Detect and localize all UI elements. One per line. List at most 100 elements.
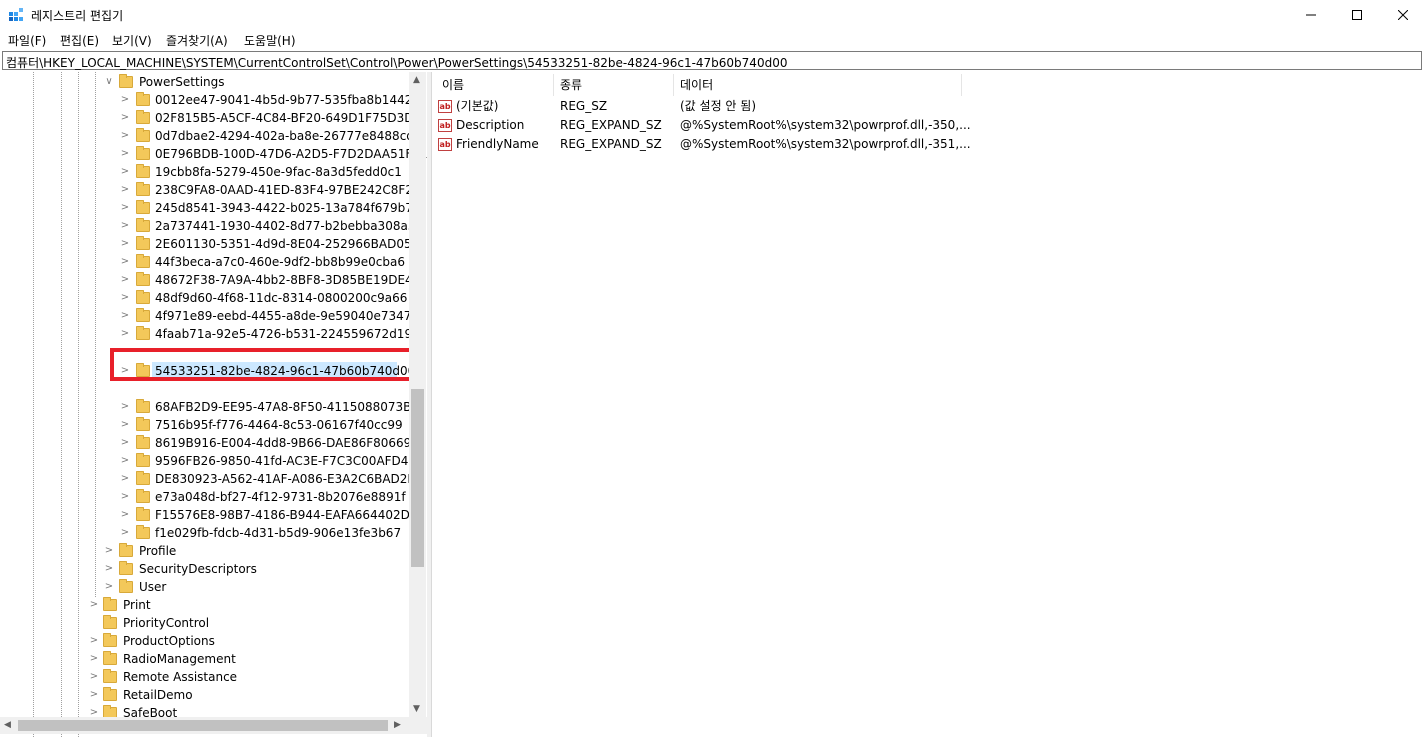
menu-file[interactable]: 파일(F)	[8, 32, 46, 49]
tree-horizontal-thumb[interactable]	[18, 720, 388, 731]
tree-item[interactable]: >2E601130-5351-4d9d-8E04-252966BAD054	[0, 235, 419, 253]
column-header-data[interactable]: 데이터	[680, 76, 713, 93]
chevron-right-icon[interactable]: >	[119, 289, 131, 307]
menu-view[interactable]: 보기(V)	[112, 32, 152, 49]
column-header-type[interactable]: 종류	[560, 76, 582, 93]
tree-item[interactable]: > e73a048d-bf27-4f12-9731-8b2076e8891f	[0, 488, 409, 506]
chevron-right-icon[interactable]: >	[119, 416, 131, 434]
scroll-down-icon[interactable]: ▼	[413, 704, 420, 714]
chevron-down-icon[interactable]: ∨	[103, 73, 115, 91]
tree-item[interactable]: >44f3beca-a7c0-460e-9df2-bb8b99e0cba6	[0, 253, 409, 271]
chevron-right-icon[interactable]: >	[88, 632, 100, 650]
menu-favorites[interactable]: 즐겨찾기(A)	[166, 32, 228, 49]
close-button[interactable]	[1380, 0, 1426, 30]
tree-item[interactable]: >245d8541-3943-4422-b025-13a784f679b7	[0, 199, 413, 217]
tree-vertical-thumb[interactable]	[411, 389, 424, 567]
tree-item[interactable]: >19cbb8fa-5279-450e-9fac-8a3d5fedd0c1	[0, 163, 409, 181]
tree-item[interactable]: > RadioManagement	[0, 650, 409, 668]
scroll-up-icon[interactable]: ▲	[413, 75, 420, 85]
tree-item[interactable]: >2a737441-1930-4402-8d77-b2bebba308a3	[0, 217, 415, 235]
menu-help[interactable]: 도움말(H)	[244, 32, 296, 49]
maximize-button[interactable]	[1334, 0, 1380, 30]
tree-item-label: 02F815B5-A5CF-4C84-BF20-649D1F75D3D8	[155, 111, 422, 125]
list-item[interactable]: ab (기본값) REG_SZ (값 설정 안 됨)	[432, 97, 1422, 116]
chevron-right-icon[interactable]: >	[119, 127, 131, 145]
tree-item[interactable]: > F15576E8-98B7-4186-B944-EAFA664402D9	[0, 506, 417, 524]
folder-icon	[103, 651, 117, 665]
chevron-right-icon[interactable]: >	[119, 488, 131, 506]
tree-item[interactable]: > DE830923-A562-41AF-A086-E3A2C6BAD2DA	[0, 470, 425, 488]
chevron-right-icon[interactable]: >	[119, 145, 131, 163]
tree-item[interactable]: >238C9FA8-0AAD-41ED-83F4-97BE242C8F20	[0, 181, 421, 199]
value-data: @%SystemRoot%\system32\powrprof.dll,-350…	[680, 118, 971, 132]
value-list[interactable]: 이름 종류 데이터 ab (기본값) REG_SZ (값 설정 안 됨) ab Descr…	[431, 72, 1426, 737]
chevron-right-icon[interactable]: >	[119, 452, 131, 470]
tree-item[interactable]: > f1e029fb-fdcb-4d31-b5d9-906e13fe3b67	[0, 524, 409, 542]
list-item[interactable]: ab Description REG_EXPAND_SZ @%SystemRoot%\…	[432, 116, 1422, 135]
chevron-right-icon[interactable]: >	[88, 686, 100, 704]
tree-item-label: 48672F38-7A9A-4bb2-8BF8-3D85BE19DE4E	[155, 273, 421, 287]
tree-item-user[interactable]: > User	[0, 578, 409, 596]
key-tree[interactable]: ∨ PowerSettings >0012ee47-9041-4b5d-9b77…	[0, 72, 427, 737]
menu-edit[interactable]: 편집(E)	[60, 32, 99, 49]
tree-item[interactable]: PriorityControl	[0, 614, 409, 632]
tree-item[interactable]: >48df9d60-4f68-11dc-8314-0800200c9a66	[0, 289, 409, 307]
value-data: (값 설정 안 됨)	[680, 99, 757, 113]
minimize-icon	[1306, 14, 1316, 16]
chevron-right-icon[interactable]: >	[103, 542, 115, 560]
tree-item-label: 0012ee47-9041-4b5d-9b77-535fba8b1442	[155, 93, 413, 107]
address-path[interactable]: 컴퓨터\HKEY_LOCAL_MACHINE\SYSTEM\CurrentCon…	[6, 54, 787, 71]
chevron-right-icon[interactable]: >	[119, 434, 131, 452]
chevron-right-icon[interactable]: >	[119, 181, 131, 199]
tree-item[interactable]: >0012ee47-9041-4b5d-9b77-535fba8b1442	[0, 91, 413, 109]
tree-item[interactable]: > RetailDemo	[0, 686, 409, 704]
tree-item-profile[interactable]: > Profile	[0, 542, 409, 560]
scroll-left-icon[interactable]: ◀	[4, 720, 11, 730]
address-bar[interactable]: 컴퓨터\HKEY_LOCAL_MACHINE\SYSTEM\CurrentCon…	[2, 51, 1422, 70]
chevron-right-icon[interactable]: >	[119, 91, 131, 109]
column-header-name[interactable]: 이름	[442, 76, 464, 93]
scroll-right-icon[interactable]: ▶	[394, 720, 401, 730]
tree-item[interactable]: >4f971e89-eebd-4455-a8de-9e59040e7347	[0, 307, 411, 325]
folder-icon	[136, 110, 150, 124]
chevron-right-icon[interactable]: >	[119, 109, 131, 127]
chevron-right-icon[interactable]: >	[103, 578, 115, 596]
minimize-button[interactable]	[1288, 0, 1334, 30]
chevron-right-icon[interactable]: >	[119, 271, 131, 289]
chevron-right-icon[interactable]: >	[119, 506, 131, 524]
chevron-right-icon[interactable]: >	[88, 650, 100, 668]
tree-item[interactable]: >68AFB2D9-EE95-47A8-8F50-4115088073B1	[0, 398, 419, 416]
menu-bar: 파일(F) 편집(E) 보기(V) 즐겨찾기(A) 도움말(H)	[0, 30, 1426, 50]
tree-item-label: 48df9d60-4f68-11dc-8314-0800200c9a66	[155, 291, 408, 305]
tree-item[interactable]: >48672F38-7A9A-4bb2-8BF8-3D85BE19DE4E	[0, 271, 420, 289]
list-item[interactable]: ab FriendlyName REG_EXPAND_SZ @%SystemRoot%…	[432, 135, 1422, 154]
chevron-right-icon[interactable]: >	[119, 307, 131, 325]
tree-item[interactable]: >0E796BDB-100D-47D6-A2D5-F7D2DAA51F51	[0, 145, 427, 163]
chevron-right-icon[interactable]: >	[119, 398, 131, 416]
chevron-right-icon[interactable]: >	[119, 470, 131, 488]
tree-item[interactable]: >0d7dbae2-4294-402a-ba8e-26777e8488cd	[0, 127, 414, 145]
tree-item-powersettings[interactable]: ∨ PowerSettings	[0, 73, 409, 91]
tree-item[interactable]: >7516b95f-f776-4464-8c53-06167f40cc99	[0, 416, 409, 434]
tree-item-securitydescriptors[interactable]: > SecurityDescriptors	[0, 560, 409, 578]
chevron-right-icon[interactable]: >	[119, 325, 131, 343]
tree-item[interactable]: > Remote Assistance	[0, 668, 409, 686]
tree-item[interactable]: >4faab71a-92e5-4726-b531-224559672d19	[0, 325, 412, 343]
chevron-right-icon[interactable]: >	[119, 235, 131, 253]
tree-item[interactable]: > ProductOptions	[0, 632, 409, 650]
tree-item[interactable]: >9596FB26-9850-41fd-AC3E-F7C3C00AFD4B	[0, 452, 417, 470]
tree-vertical-scrollbar[interactable]: ▲ ▼	[409, 72, 426, 717]
tree-item[interactable]: >02F815B5-A5CF-4C84-BF20-649D1F75D3D8	[0, 109, 421, 127]
tree-item[interactable]: > Print	[0, 596, 409, 614]
chevron-right-icon[interactable]: >	[88, 596, 100, 614]
chevron-right-icon[interactable]: >	[119, 217, 131, 235]
chevron-right-icon[interactable]: >	[88, 668, 100, 686]
tree-horizontal-scrollbar[interactable]: ◀ ▶	[0, 717, 427, 734]
chevron-right-icon[interactable]: >	[119, 199, 131, 217]
chevron-right-icon[interactable]: >	[103, 560, 115, 578]
chevron-right-icon[interactable]: >	[119, 163, 131, 181]
chevron-right-icon[interactable]: >	[119, 524, 131, 542]
tree-item[interactable]: >8619B916-E004-4dd8-9B66-DAE86F806698	[0, 434, 419, 452]
chevron-right-icon[interactable]: >	[119, 253, 131, 271]
value-data: @%SystemRoot%\system32\powrprof.dll,-351…	[680, 137, 971, 151]
